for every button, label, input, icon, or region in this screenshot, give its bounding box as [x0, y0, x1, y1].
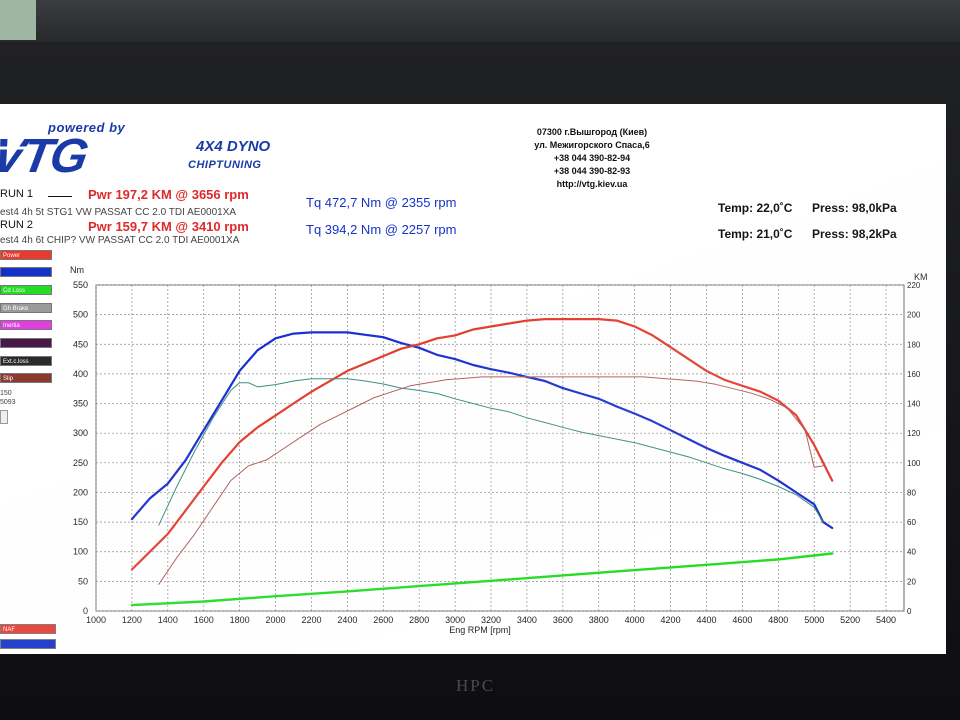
y-left-tick-label: 250: [73, 458, 88, 468]
x-tick-label: 5400: [876, 615, 896, 625]
x-tick-label: 3600: [553, 615, 573, 625]
x-tick-label: 2600: [373, 615, 393, 625]
x-tick-label: 3400: [517, 615, 537, 625]
x-tick-label: 4800: [768, 615, 788, 625]
y-right-tick-label: 100: [907, 459, 921, 468]
y-left-tick-label: 100: [73, 547, 88, 557]
y-right-tick-label: 220: [907, 281, 921, 290]
x-tick-label: 3200: [481, 615, 501, 625]
y-left-tick-label: 550: [73, 280, 88, 290]
y-right-tick-label: 140: [907, 400, 921, 409]
plot-area: [95, 284, 905, 612]
background-window: [0, 0, 36, 40]
x-tick-label: 3800: [589, 615, 609, 625]
monitor-brand: HPC: [456, 676, 496, 695]
y-left-tick-label: 350: [73, 399, 88, 409]
x-tick-label: 5200: [840, 615, 860, 625]
x-axis-label: Eng RPM [rpm]: [449, 625, 511, 635]
y-right-tick-label: 200: [907, 311, 921, 320]
y-right-tick-label: 0: [907, 607, 912, 616]
y-left-tick-label: 0: [83, 606, 88, 616]
y-left-tick-label: 200: [73, 487, 88, 497]
x-tick-label: 4200: [661, 615, 681, 625]
x-tick-label: 1400: [158, 615, 178, 625]
x-tick-label: 1200: [122, 615, 142, 625]
monitor-screen: VTG powered by 4X4 DYNO CHIPTUNING 07300…: [0, 104, 946, 654]
y-left-tick-label: 50: [78, 576, 88, 586]
chart-grid: [95, 284, 905, 612]
x-tick-label: 2200: [301, 615, 321, 625]
x-tick-label: 1000: [86, 615, 106, 625]
y-right-axis-label: KM: [914, 272, 928, 282]
x-tick-label: 2000: [266, 615, 286, 625]
x-tick-label: 1800: [230, 615, 250, 625]
x-tick-label: 4600: [732, 615, 752, 625]
x-tick-label: 1600: [194, 615, 214, 625]
dyno-chart: 1000 1200 1400 1600 1800 2000 2200 2400 2600 2800…: [70, 265, 928, 635]
y-right-tick-label: 80: [907, 488, 916, 497]
y-left-tick-label: 400: [73, 369, 88, 379]
y-right-tick-label: 60: [907, 518, 916, 527]
y-right-tick-label: 40: [907, 548, 916, 557]
x-tick-label: 4400: [696, 615, 716, 625]
y-left-tick-label: 300: [73, 428, 88, 438]
x-tick-label: 5000: [804, 615, 824, 625]
x-tick-label: 4000: [625, 615, 645, 625]
x-tick-label: 2400: [337, 615, 357, 625]
y-left-axis-label: Nm: [70, 265, 84, 275]
x-tick-label: 3000: [445, 615, 465, 625]
y-right-tick-label: 20: [907, 577, 916, 586]
y-right-tick-label: 180: [907, 340, 921, 349]
y-left-tick-label: 450: [73, 339, 88, 349]
x-tick-label: 2800: [409, 615, 429, 625]
y-left-tick-label: 150: [73, 517, 88, 527]
y-right-tick-label: 160: [907, 370, 921, 379]
y-left-tick-label: 500: [73, 310, 88, 320]
y-right-tick-label: 120: [907, 429, 921, 438]
